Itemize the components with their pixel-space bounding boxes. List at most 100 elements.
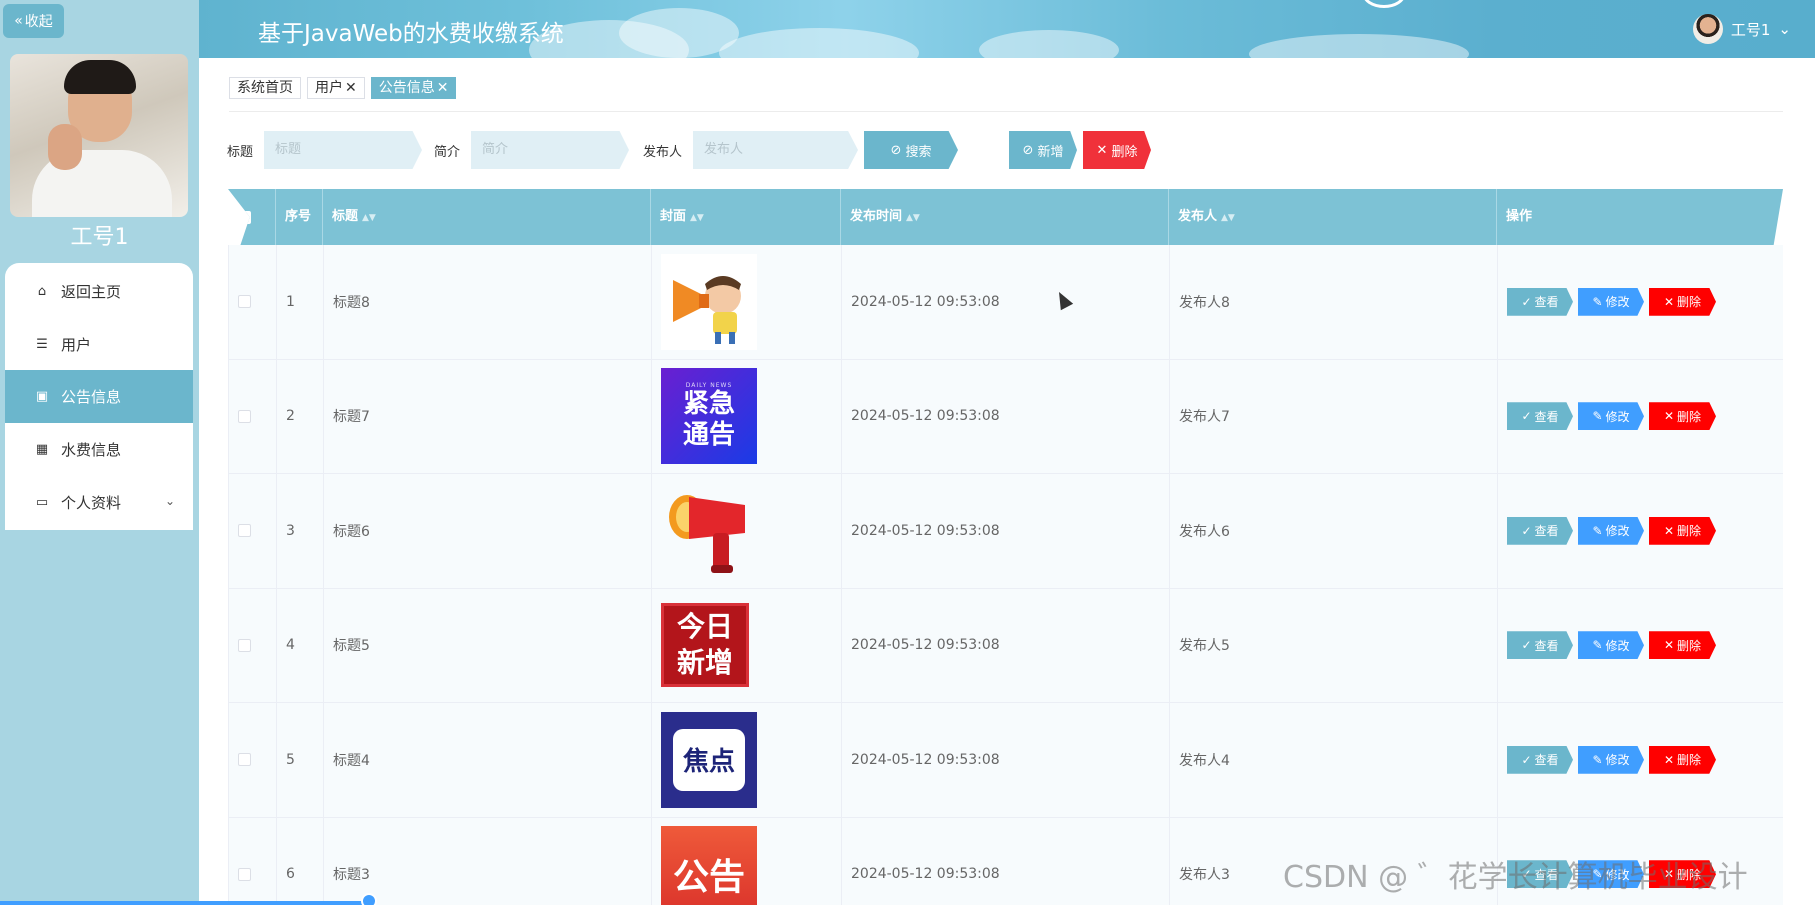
header-user-name: 工号1 [1730,20,1771,39]
delete-button[interactable]: ✕ 删除 [1649,402,1716,431]
delete-button[interactable]: ✕ 删除 [1649,745,1716,774]
row-title: 标题7 [324,359,652,473]
cover-cell: 焦点 [652,703,842,817]
sidebar-item-users[interactable]: ☰ 用户 [5,318,193,371]
delete-button[interactable]: ✕ 删除 [1649,287,1716,316]
check-circle-icon: ⊘ [1022,142,1034,158]
close-icon[interactable]: ✕ [437,78,449,98]
add-button[interactable]: ⊘ 新增 [1009,131,1077,169]
row-checkbox[interactable] [238,409,251,423]
publisher-search-input[interactable]: 发布人 [693,131,858,169]
header-user-menu[interactable]: 工号1 ⌄ [1692,14,1791,44]
list-icon: ☰ [36,337,48,352]
edit-button[interactable]: ✎ 修改 [1578,516,1644,545]
check-circle-icon: ⊘ [890,142,902,158]
cover-cell [652,245,842,359]
sidebar-item-announcements[interactable]: ▣ 公告信息 [5,370,193,423]
row-index: 1 [277,245,324,359]
edit-button[interactable]: ✎ 修改 [1578,745,1644,774]
cover-today-new-image[interactable]: 今日新增 [661,603,749,688]
column-header-cover[interactable]: 封面 ▲▼ [651,189,841,245]
view-button[interactable]: ✓ 查看 [1507,516,1573,545]
cover-cell [652,474,842,588]
view-button[interactable]: ✓ 查看 [1507,745,1573,774]
close-icon[interactable]: ✕ [345,78,357,98]
table-row: 1 标题8 2024-05-12 09:53:08 发布人8 ✓ 查看 ✎ 修改… [228,245,1783,360]
row-title: 标题8 [324,245,652,359]
home-icon: ⌂ [37,284,47,299]
collapse-button[interactable]: « 收起 [3,4,64,38]
pencil-icon: ✎ [1592,409,1603,424]
row-publisher: 发布人4 [1170,703,1498,817]
cover-cell: 公告 [652,817,842,905]
cover-focus-image[interactable]: 焦点 [661,711,757,808]
tab-home[interactable]: 系统首页 [229,77,301,99]
sidebar-item-profile[interactable]: ▭ 个人资料 ⌄ [5,476,193,529]
cover-red-megaphone-image[interactable] [661,483,757,579]
select-all-checkbox[interactable] [238,210,251,224]
row-title: 标题5 [324,588,652,702]
avatar [1692,14,1723,44]
row-publish-time: 2024-05-12 09:53:08 [842,817,1170,905]
card-icon: ▭ [35,495,49,510]
row-publisher: 发布人7 [1170,359,1498,473]
row-checkbox[interactable] [238,753,251,767]
row-title: 标题6 [324,474,652,588]
table-row: 4 标题5 今日新增 2024-05-12 09:53:08 发布人5 ✓ 查看 … [228,588,1783,703]
row-publish-time: 2024-05-12 09:53:08 [842,474,1170,588]
pencil-icon: ✎ [1592,638,1603,653]
cover-announcement-image[interactable]: 公告 [661,826,757,905]
delete-button-label: 删除 [1111,144,1138,160]
view-button[interactable]: ✓ 查看 [1507,631,1573,660]
intro-search-input[interactable]: 简介 [471,131,629,169]
sort-icon: ▲▼ [690,213,704,223]
tab-label: 用户 [315,80,343,96]
row-checkbox[interactable] [238,295,251,309]
delete-button[interactable]: ✕ 删除 [1649,516,1716,545]
cover-cell: 今日新增 [652,588,842,702]
row-checkbox[interactable] [238,867,251,881]
delete-button[interactable]: ✕ 删除 [1649,631,1716,660]
row-checkbox[interactable] [238,524,251,538]
column-header-time[interactable]: 发布时间 ▲▼ [841,189,1169,245]
user-avatar-photo [10,54,188,217]
title-search-input[interactable]: 标题 [264,131,422,169]
chevron-down-icon: ⌄ [1778,20,1791,38]
tab-label: 公告信息 [378,80,435,96]
row-index: 6 [277,817,324,905]
scrollbar-handle[interactable] [361,893,377,905]
column-header-publisher[interactable]: 发布人 ▲▼ [1169,189,1497,245]
sidebar-user-name: 工号1 [70,225,129,250]
horizontal-scrollbar[interactable] [0,901,370,905]
chevron-down-icon: ⌄ [164,494,175,508]
double-chevron-left-icon: « [14,13,23,29]
edit-button[interactable]: ✎ 修改 [1578,402,1644,431]
table-row: 5 标题4 焦点 2024-05-12 09:53:08 发布人4 ✓ 查看 ✎ 修… [228,703,1783,818]
tab-tags: 系统首页 用户 ✕ 公告信息 ✕ [229,77,457,99]
view-button[interactable]: ✓ 查看 [1507,402,1573,431]
cover-megaphone-kid-image[interactable] [661,253,757,350]
row-checkbox[interactable] [238,638,251,652]
sidebar-item-water-fees[interactable]: ▦ 水费信息 [5,423,193,476]
search-button-label: 搜索 [905,144,932,160]
close-icon: ✕ [1663,409,1675,424]
column-header-title[interactable]: 标题 ▲▼ [323,189,651,245]
tab-users[interactable]: 用户 ✕ [307,77,365,99]
view-button[interactable]: ✓ 查看 [1507,287,1573,316]
sidebar-item-home[interactable]: ⌂ 返回主页 [5,265,193,318]
row-index: 5 [277,703,324,817]
batch-delete-button[interactable]: ✕ 删除 [1083,131,1151,169]
add-button-label: 新增 [1037,144,1064,160]
table-row: 3 标题6 2024-05-12 09:53:08 发布人6 ✓查看 ✎修改 [228,474,1783,589]
cover-urgent-notice-image[interactable]: DAILY NEWS 紧急通告 [661,368,757,465]
row-select-cell [229,359,277,473]
edit-button[interactable]: ✎ 修改 [1578,631,1644,660]
row-publisher: 发布人8 [1170,245,1498,359]
top-header: 基于JavaWeb的水费收缴系统 工号1 ⌄ [199,0,1815,58]
tab-announcements[interactable]: 公告信息 ✕ [370,77,457,99]
sort-icon: ▲▼ [1221,213,1235,223]
row-index: 4 [277,588,324,702]
search-button[interactable]: ⊘ 搜索 [864,131,958,169]
column-header-actions: 操作 [1506,209,1533,224]
edit-button[interactable]: ✎ 修改 [1578,287,1644,316]
